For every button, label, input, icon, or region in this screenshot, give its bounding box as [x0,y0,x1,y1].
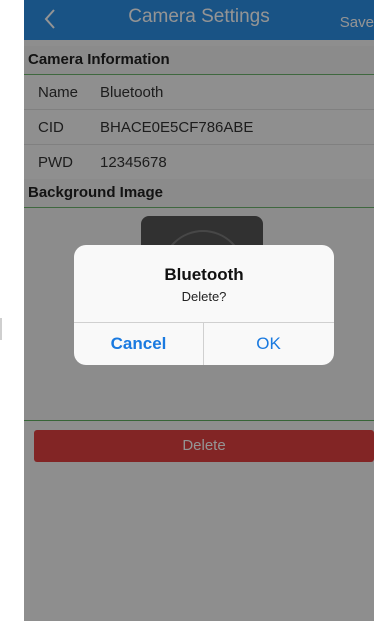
delete-confirm-dialog: Bluetooth Delete? Cancel OK [74,245,334,365]
dialog-message: Delete? [181,289,227,304]
dialog-cancel-button[interactable]: Cancel [74,323,203,365]
camera-settings-screen: Camera Settings Save Camera Information … [24,0,374,621]
dialog-ok-button[interactable]: OK [204,323,333,365]
page-edge-mark [0,318,2,340]
dialog-title: Bluetooth [164,265,244,284]
